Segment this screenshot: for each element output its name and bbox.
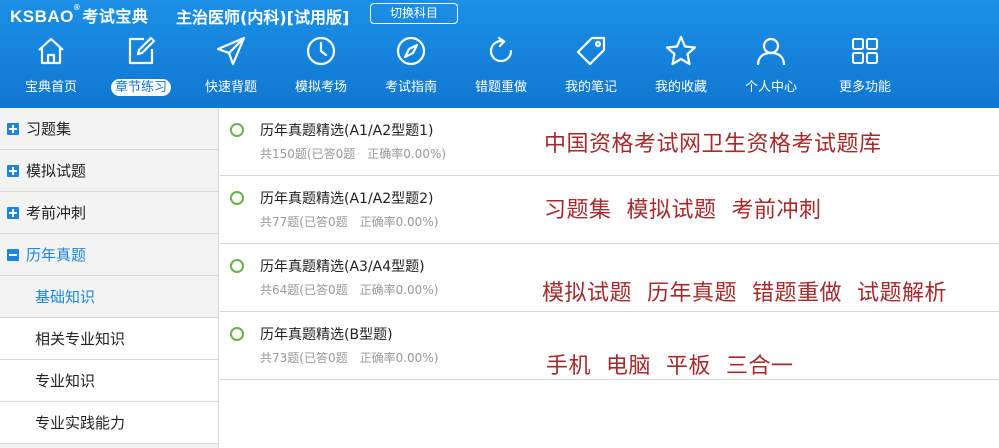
nav-quick-review[interactable]: 快速背题 — [186, 32, 276, 104]
exam-title: 主治医师(内科)[试用版] — [176, 8, 350, 27]
sidebar-item-basic-knowledge[interactable]: 基础知识 — [0, 276, 218, 318]
sidebar-group-exercise-set[interactable]: 习题集 — [0, 108, 218, 150]
nav-mock-exam[interactable]: 模拟考场 — [276, 32, 366, 104]
switch-subject-button[interactable]: 切换科目 — [370, 3, 458, 24]
sidebar-group-label: 模拟试题 — [26, 162, 87, 180]
accuracy: 正确率0.00%) — [359, 351, 439, 365]
title-row: KSBAO® 考试宝典 主治医师(内科)[试用版] 切换科目 — [0, 0, 999, 28]
nav-exam-guide[interactable]: 考试指南 — [366, 32, 456, 104]
promo-line-4: 手机 电脑 平板 三合一 — [546, 354, 794, 379]
send-icon — [214, 34, 248, 68]
expand-icon — [7, 207, 19, 219]
compass-icon — [394, 34, 428, 68]
refresh-icon — [484, 34, 518, 68]
promo-line-2: 习题集 模拟试题 考前冲刺 — [544, 198, 822, 223]
logo-chinese: 考试宝典 — [82, 7, 149, 26]
expand-icon — [7, 165, 19, 177]
accuracy: 正确率0.00%) — [367, 147, 447, 161]
question-list: 历年真题精选(A1/A2型题1) 共150题(已答0题 正确率0.00%) 历年真… — [220, 108, 999, 448]
home-icon — [34, 34, 68, 68]
promo-line-3: 模拟试题 历年真题 错题重做 试题解析 — [542, 281, 947, 306]
list-item-stats: 共77题(已答0题 正确率0.00%) — [260, 213, 438, 230]
nav-label: 错题重做 — [474, 80, 527, 95]
promo-line-1: 中国资格考试网卫生资格考试题库 — [544, 132, 882, 157]
sidebar: 习题集 模拟试题 考前冲刺 历年真题 基础知识 相关专业知识 专业知识 专业实践… — [0, 108, 219, 448]
logo-latin: KSBAO — [10, 7, 74, 26]
question-count: 共73题(已答0题 — [260, 351, 348, 365]
sidebar-group-label: 历年真题 — [26, 246, 87, 264]
sidebar-item-related-knowledge[interactable]: 相关专业知识 — [0, 318, 218, 360]
grid-icon — [848, 34, 882, 68]
question-count: 共77题(已答0题 — [260, 215, 348, 229]
list-item-stats: 共150题(已答0题 正确率0.00%) — [260, 145, 446, 162]
list-item-title: 历年真题精选(A1/A2型题1) — [260, 123, 434, 139]
logo: KSBAO® 考试宝典 — [10, 3, 148, 27]
status-circle-icon — [230, 327, 244, 341]
sidebar-item-label: 基础知识 — [35, 288, 96, 306]
logo-registered-mark: ® — [73, 3, 81, 12]
top-bar: KSBAO® 考试宝典 主治医师(内科)[试用版] 切换科目 宝典首页 章节练习 … — [0, 0, 999, 108]
nav-home[interactable]: 宝典首页 — [6, 32, 96, 104]
clock-icon — [304, 34, 338, 68]
nav-label: 快速背题 — [204, 80, 257, 95]
sidebar-group-pre-exam-sprint[interactable]: 考前冲刺 — [0, 192, 218, 234]
sidebar-item-professional-knowledge[interactable]: 专业知识 — [0, 360, 218, 402]
question-count: 共64题(已答0题 — [260, 283, 348, 297]
nav-label: 考试指南 — [384, 80, 437, 95]
edit-icon — [124, 34, 158, 68]
sidebar-group-label: 习题集 — [26, 120, 72, 138]
nav-more-functions[interactable]: 更多功能 — [820, 32, 910, 104]
nav-label: 模拟考场 — [294, 80, 347, 95]
user-icon — [754, 34, 788, 68]
nav-my-notes[interactable]: 我的笔记 — [546, 32, 636, 104]
collapse-icon — [7, 249, 19, 261]
accuracy: 正确率0.00%) — [359, 215, 439, 229]
sidebar-group-past-exams[interactable]: 历年真题 — [0, 234, 218, 276]
nav-label: 我的笔记 — [564, 80, 617, 95]
expand-icon — [7, 123, 19, 135]
sidebar-item-label: 相关专业知识 — [35, 330, 126, 348]
nav-label: 我的收藏 — [654, 80, 707, 95]
nav-personal-center[interactable]: 个人中心 — [726, 32, 816, 104]
status-circle-icon — [230, 123, 244, 137]
status-circle-icon — [230, 259, 244, 273]
list-item-title: 历年真题精选(B型题) — [260, 327, 393, 343]
accuracy: 正确率0.00%) — [359, 283, 439, 297]
sidebar-group-mock-questions[interactable]: 模拟试题 — [0, 150, 218, 192]
nav-redo-mistakes[interactable]: 错题重做 — [456, 32, 546, 104]
sidebar-item-label: 专业实践能力 — [35, 414, 126, 432]
tag-icon — [574, 34, 608, 68]
nav-label: 章节练习 — [110, 79, 171, 96]
nav-label: 宝典首页 — [24, 80, 77, 95]
list-item-title: 历年真题精选(A1/A2型题2) — [260, 191, 434, 207]
star-icon — [664, 34, 698, 68]
list-item-title: 历年真题精选(A3/A4型题) — [260, 259, 425, 275]
nav-chapter-practice[interactable]: 章节练习 — [96, 32, 186, 104]
nav-my-favorites[interactable]: 我的收藏 — [636, 32, 726, 104]
sidebar-item-practice-ability[interactable]: 专业实践能力 — [0, 402, 218, 444]
sidebar-group-label: 考前冲刺 — [26, 204, 87, 222]
list-item-stats: 共64题(已答0题 正确率0.00%) — [260, 281, 438, 298]
sidebar-item-label: 专业知识 — [35, 372, 96, 390]
main-nav: 宝典首页 章节练习 快速背题 模拟考场 考试指南 错题重做 我的笔记 我的收藏 … — [0, 32, 999, 104]
nav-label: 更多功能 — [838, 80, 891, 95]
list-item-stats: 共73题(已答0题 正确率0.00%) — [260, 349, 438, 366]
nav-label: 个人中心 — [744, 80, 797, 95]
question-count: 共150题(已答0题 — [260, 147, 356, 161]
status-circle-icon — [230, 191, 244, 205]
